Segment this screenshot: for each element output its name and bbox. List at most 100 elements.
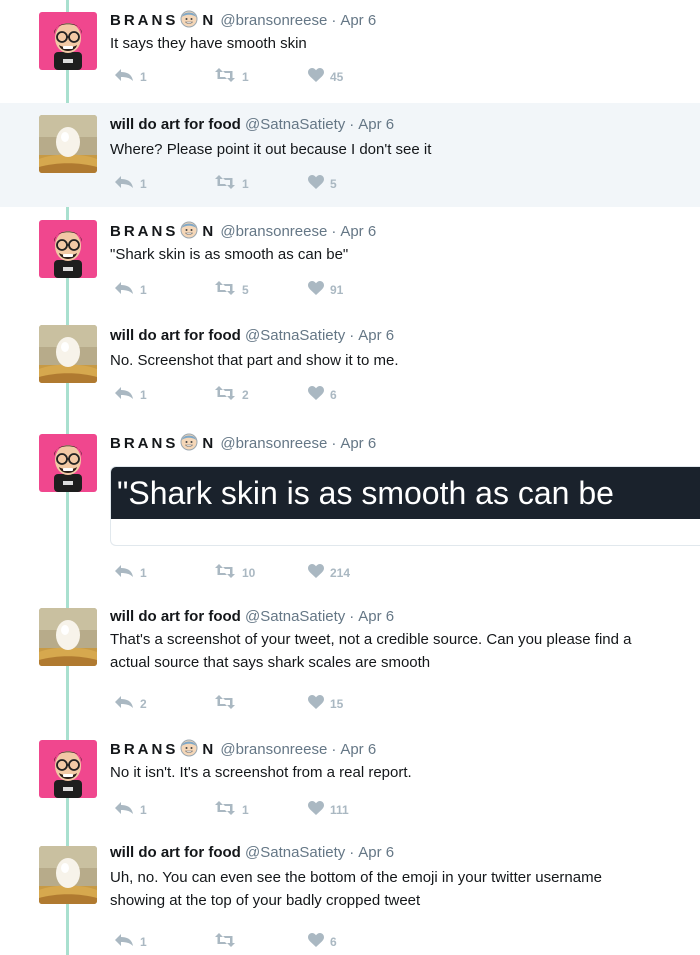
- tweet[interactable]: will do art for food @SatnaSatiety · Apr 6…: [0, 103, 700, 207]
- reply-count: 1: [140, 565, 147, 580]
- separator-dot: ·: [331, 12, 337, 29]
- tweet[interactable]: will do art for food @SatnaSatiety · Apr 6…: [0, 314, 700, 421]
- user-handle[interactable]: @SatnaSatiety: [245, 116, 345, 133]
- display-name[interactable]: BRANS N: [110, 433, 216, 452]
- like-button[interactable]: 111: [308, 801, 349, 818]
- bitmoji-avatar-icon[interactable]: [39, 220, 97, 278]
- user-handle[interactable]: @bransonreese: [220, 741, 327, 758]
- like-button[interactable]: 214: [308, 564, 350, 581]
- tweet-header: BRANS N @bransonreese · Apr 6: [110, 433, 376, 453]
- reply-icon: [114, 564, 134, 581]
- retweet-count: 1: [242, 176, 249, 191]
- display-name[interactable]: BRANS N: [110, 221, 216, 240]
- egg-painting-avatar-icon[interactable]: [39, 608, 97, 666]
- like-button[interactable]: 91: [308, 281, 343, 298]
- tweet-date[interactable]: Apr 6: [340, 435, 376, 452]
- egg-painting-avatar-icon[interactable]: [39, 115, 97, 173]
- display-name-part: N: [202, 12, 217, 29]
- reply-button[interactable]: 1: [114, 281, 147, 298]
- display-name-part: BRANS: [110, 741, 179, 758]
- like-button[interactable]: 6: [308, 386, 337, 403]
- tweet-text-line: "Shark skin is as smooth as can be": [110, 246, 349, 263]
- bitmoji-avatar-icon[interactable]: [39, 434, 97, 492]
- egg-painting-avatar-icon[interactable]: [39, 325, 97, 383]
- user-handle[interactable]: @bransonreese: [220, 12, 327, 29]
- like-button[interactable]: 6: [308, 933, 337, 950]
- separator-dot: ·: [331, 223, 337, 240]
- reply-icon: [114, 801, 134, 818]
- separator-dot: ·: [331, 741, 337, 758]
- user-handle[interactable]: @SatnaSatiety: [245, 844, 345, 861]
- tweet[interactable]: BRANS N @bransonreese · Apr 6 It says they h…: [0, 0, 700, 103]
- tweet-text-line: showing at the top of your badly cropped…: [110, 892, 421, 909]
- reply-button[interactable]: 1: [114, 564, 147, 581]
- bitmoji-avatar-icon[interactable]: [39, 740, 97, 798]
- reply-icon: [114, 933, 134, 950]
- tweet-date[interactable]: Apr 6: [358, 116, 394, 133]
- tweet[interactable]: will do art for food @SatnaSatiety · Apr 6…: [0, 834, 700, 955]
- reply-count: 1: [140, 802, 147, 817]
- like-button[interactable]: 15: [308, 695, 343, 712]
- display-name[interactable]: BRANS N: [110, 739, 216, 758]
- retweet-button[interactable]: 1: [214, 801, 249, 818]
- tweet-date[interactable]: Apr 6: [340, 223, 376, 240]
- tweet[interactable]: BRANS N @bransonreese · Apr 6 "Shark skin is…: [0, 421, 700, 598]
- display-name[interactable]: BRANS N: [110, 10, 217, 29]
- tweet-header: BRANS N @bransonreese · Apr 6: [110, 10, 376, 30]
- tweet-header: will do art for food @SatnaSatiety · Apr 6: [110, 327, 394, 345]
- user-handle[interactable]: @SatnaSatiety: [245, 327, 345, 344]
- display-name[interactable]: will do art for food: [110, 844, 241, 861]
- reply-button[interactable]: 1: [114, 175, 147, 192]
- reply-icon: [114, 281, 134, 298]
- embedded-image-text: "Shark skin is as smooth as can be: [117, 475, 614, 511]
- embedded-image[interactable]: "Shark skin is as smooth as can be: [110, 466, 700, 546]
- like-count: 214: [330, 565, 351, 580]
- tweet[interactable]: BRANS N @bransonreese · Apr 6 No it isn't. I…: [0, 730, 700, 834]
- reply-button[interactable]: 1: [114, 386, 147, 403]
- reply-icon: [114, 175, 134, 192]
- reply-count: 1: [140, 934, 147, 949]
- separator-dot: ·: [331, 435, 337, 452]
- reply-count: 1: [140, 69, 147, 84]
- retweet-button[interactable]: 5: [214, 281, 249, 298]
- tweet-date[interactable]: Apr 6: [358, 844, 394, 861]
- display-name-part: BRANS: [110, 435, 179, 452]
- like-count: 6: [330, 387, 337, 402]
- tweet-text: Uh, no. You can even see the bottom of t…: [110, 866, 700, 912]
- retweet-button[interactable]: 1: [214, 68, 249, 85]
- display-name[interactable]: will do art for food: [110, 116, 241, 133]
- tweet-date[interactable]: Apr 6: [358, 327, 394, 344]
- reply-button[interactable]: 1: [114, 68, 147, 85]
- display-name[interactable]: will do art for food: [110, 608, 241, 625]
- display-name-part: BRANS: [110, 12, 179, 29]
- retweet-button[interactable]: 2: [214, 386, 249, 403]
- retweet-button[interactable]: [214, 933, 242, 950]
- grinning-face-emoji-icon: [180, 739, 198, 757]
- reply-button[interactable]: 1: [114, 801, 147, 818]
- reply-button[interactable]: 2: [114, 695, 147, 712]
- retweet-button[interactable]: 1: [214, 175, 249, 192]
- retweet-button[interactable]: [214, 695, 242, 712]
- like-icon: [308, 801, 324, 818]
- user-handle[interactable]: @SatnaSatiety: [245, 608, 345, 625]
- retweet-icon: [214, 801, 236, 818]
- retweet-icon: [214, 386, 236, 403]
- tweet-date[interactable]: Apr 6: [340, 741, 376, 758]
- tweet-text-line: actual source that says shark scales are…: [110, 654, 431, 671]
- like-count: 5: [330, 176, 337, 191]
- tweet[interactable]: will do art for food @SatnaSatiety · Apr 6…: [0, 598, 700, 730]
- tweet-date[interactable]: Apr 6: [358, 608, 394, 625]
- reply-button[interactable]: 1: [114, 933, 147, 950]
- tweet[interactable]: BRANS N @bransonreese · Apr 6 "Shark skin is…: [0, 207, 700, 314]
- tweet-date[interactable]: Apr 6: [340, 12, 376, 29]
- bitmoji-avatar-icon[interactable]: [39, 12, 97, 70]
- like-button[interactable]: 45: [308, 68, 343, 85]
- retweet-button[interactable]: 10: [214, 564, 255, 581]
- display-name[interactable]: will do art for food: [110, 327, 241, 344]
- tweet-text: "Shark skin is as smooth as can be": [110, 243, 700, 266]
- like-button[interactable]: 5: [308, 175, 337, 192]
- user-handle[interactable]: @bransonreese: [220, 223, 327, 240]
- user-handle[interactable]: @bransonreese: [220, 435, 327, 452]
- egg-painting-avatar-icon[interactable]: [39, 846, 97, 904]
- retweet-count: 2: [242, 387, 249, 402]
